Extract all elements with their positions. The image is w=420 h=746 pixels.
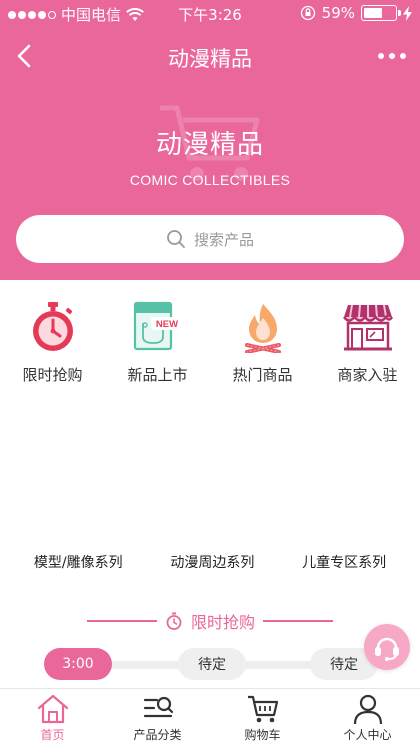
page-title: 动漫精品 <box>168 47 252 71</box>
orientation-lock-icon <box>300 5 315 21</box>
status-right: 59% <box>300 4 412 22</box>
battery-icon <box>361 5 401 21</box>
header-banner: 动漫精品 动漫精品 COMIC COLLECTIBLES 搜索产品 <box>0 28 420 280</box>
more-icon[interactable] <box>378 53 406 59</box>
status-bar: 中国电信 下午3:26 59% <box>0 0 420 28</box>
quick-item-new-arrivals[interactable]: NEW 新品上市 <box>105 280 210 400</box>
quick-item-flash-sale[interactable]: 限时抢购 <box>0 280 105 400</box>
series-kids[interactable]: 儿童专区系列 <box>302 552 386 572</box>
battery-percent: 59% <box>321 4 355 22</box>
tab-cart[interactable]: 购物车 <box>210 689 315 746</box>
divider <box>263 620 333 622</box>
user-icon <box>353 694 382 725</box>
tab-profile[interactable]: 个人中心 <box>315 689 420 746</box>
search-placeholder: 搜索产品 <box>193 230 254 249</box>
quick-item-hot[interactable]: 热门商品 <box>210 280 315 400</box>
quick-item-label: 限时抢购 <box>22 366 83 384</box>
tab-home[interactable]: 首页 <box>0 689 105 746</box>
tab-label: 购物车 <box>244 728 281 742</box>
quick-menu: 限时抢购 NEW 新品上市 热门商品 商家入驻 <box>0 280 420 400</box>
tab-label: 个人中心 <box>343 728 392 742</box>
time-slot[interactable]: 待定 <box>178 648 246 680</box>
stopwatch-icon <box>26 300 80 354</box>
cart-icon <box>247 695 278 723</box>
time-slot-active[interactable]: 3:00 <box>44 648 112 680</box>
tab-label: 首页 <box>40 728 65 742</box>
quick-item-label: 新品上市 <box>127 366 188 384</box>
search-input[interactable]: 搜索产品 <box>16 215 404 263</box>
headset-icon <box>375 637 399 661</box>
store-icon <box>341 300 395 354</box>
stopwatch-icon <box>166 612 182 630</box>
quick-item-label: 商家入驻 <box>337 366 398 384</box>
search-icon <box>167 230 185 248</box>
series-model-statue[interactable]: 模型/雕像系列 <box>34 552 123 572</box>
new-badge: NEW <box>155 319 177 330</box>
fire-icon <box>236 300 290 354</box>
series-anime-merch[interactable]: 动漫周边系列 <box>170 552 254 572</box>
tab-bar: 首页 产品分类 购物车 个人中心 <box>0 688 420 746</box>
series-row: 模型/雕像系列 动漫周边系列 儿童专区系列 <box>0 552 420 572</box>
tab-categories[interactable]: 产品分类 <box>105 689 210 746</box>
flash-sale-title: 限时抢购 <box>190 613 255 632</box>
home-icon <box>37 694 68 724</box>
tab-label: 产品分类 <box>133 728 182 742</box>
hero-title: 动漫精品 <box>155 130 264 160</box>
quick-item-merchant-join[interactable]: 商家入驻 <box>315 280 420 400</box>
hero-subtitle: COMIC COLLECTIBLES <box>129 172 291 188</box>
charging-icon <box>403 5 412 21</box>
quick-item-label: 热门商品 <box>232 366 293 384</box>
new-pocket-icon: NEW <box>131 300 185 354</box>
customer-service-button[interactable] <box>364 624 410 670</box>
flash-sale-heading: 限时抢购 <box>0 606 420 636</box>
category-icon <box>143 696 173 718</box>
divider <box>86 620 157 622</box>
